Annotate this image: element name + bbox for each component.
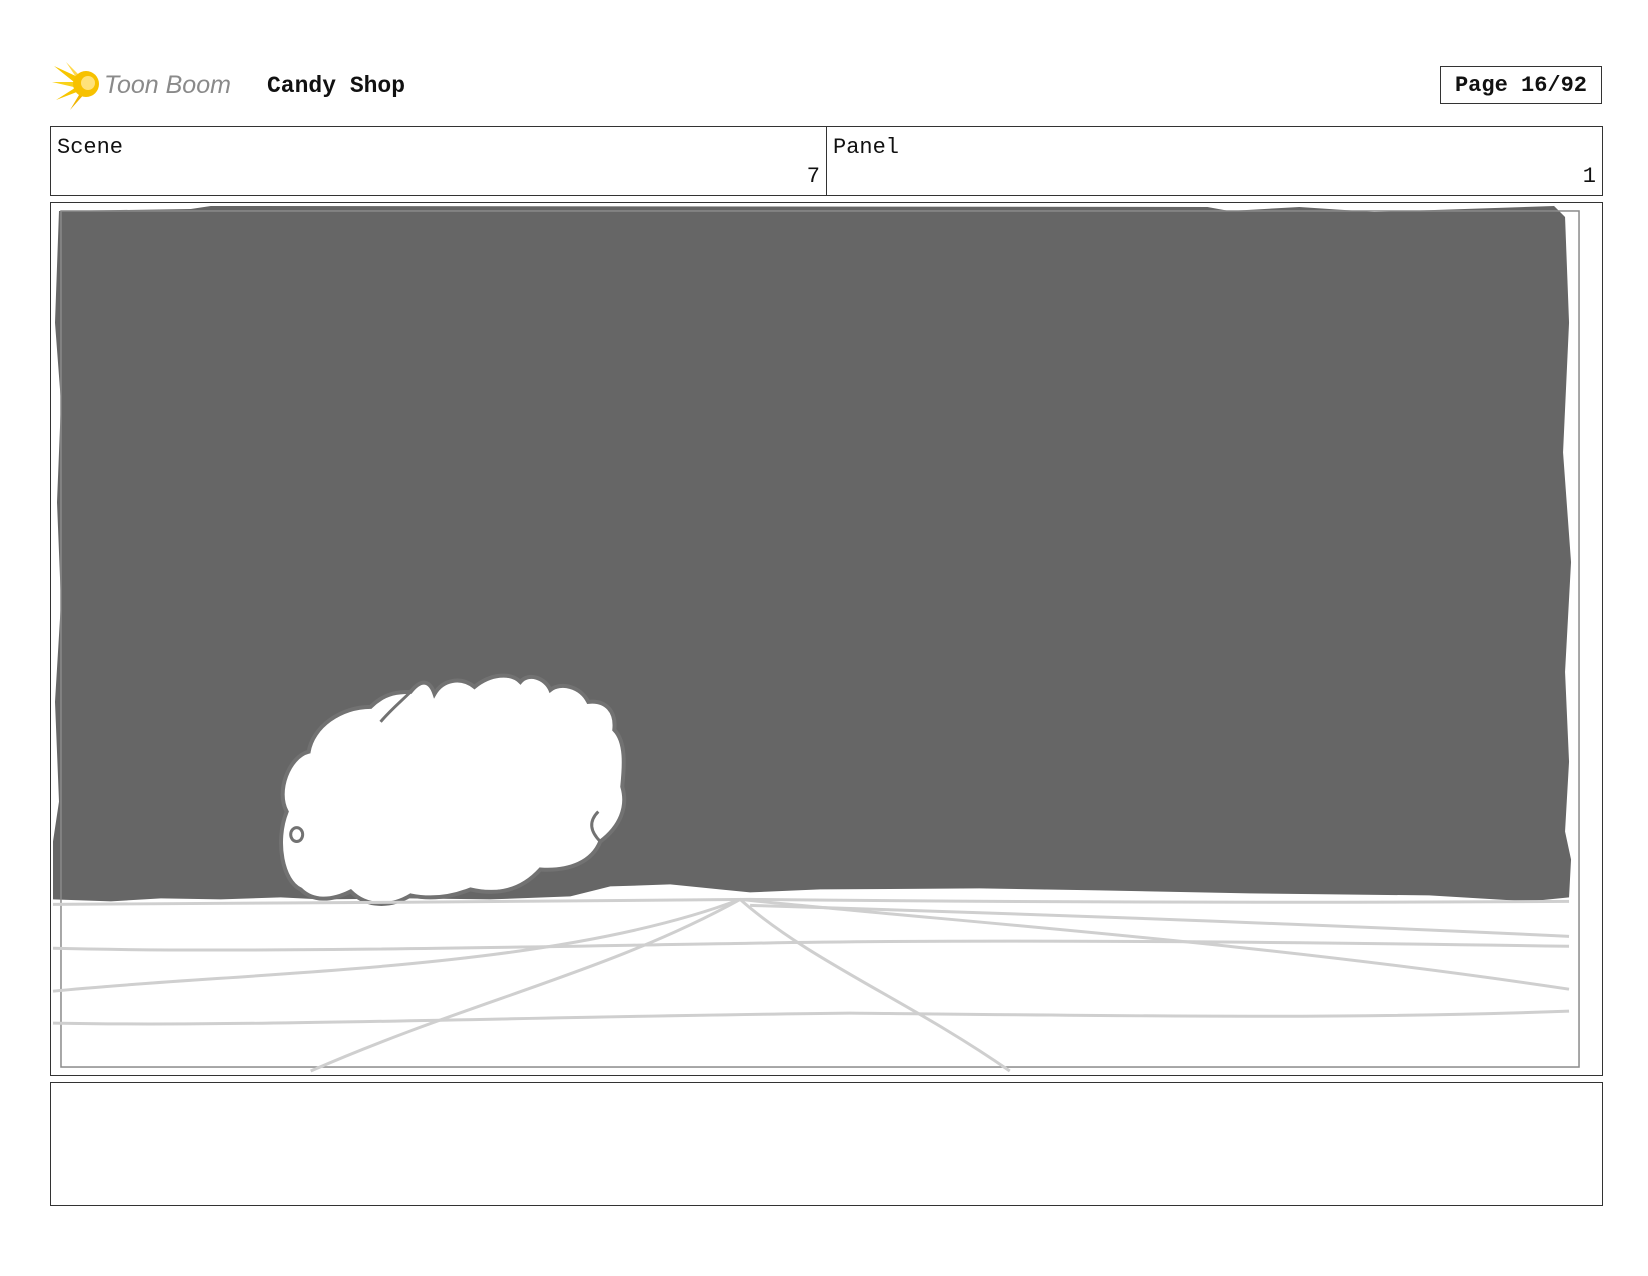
page-number: Page 16/92 [1440,66,1602,104]
toon-boom-logo: Toon Boom [52,60,252,112]
panel-notes[interactable] [50,1082,1603,1206]
sky-fill [52,205,1572,902]
scene-number: 7 [806,164,820,189]
panel-label: Panel [833,135,900,160]
starburst-icon [52,62,99,110]
panel-number: 1 [1582,164,1596,189]
panel-cell: Panel 1 [826,127,1602,195]
scene-panel-info: Scene 7 Panel 1 [50,126,1603,196]
logo-wordmark: Toon Boom [104,71,231,99]
project-title: Candy Shop [267,73,406,99]
ground-lines [52,897,1570,1073]
storyboard-panel-image [50,202,1603,1076]
scene-cell: Scene 7 [51,127,826,195]
scene-label: Scene [57,135,124,160]
